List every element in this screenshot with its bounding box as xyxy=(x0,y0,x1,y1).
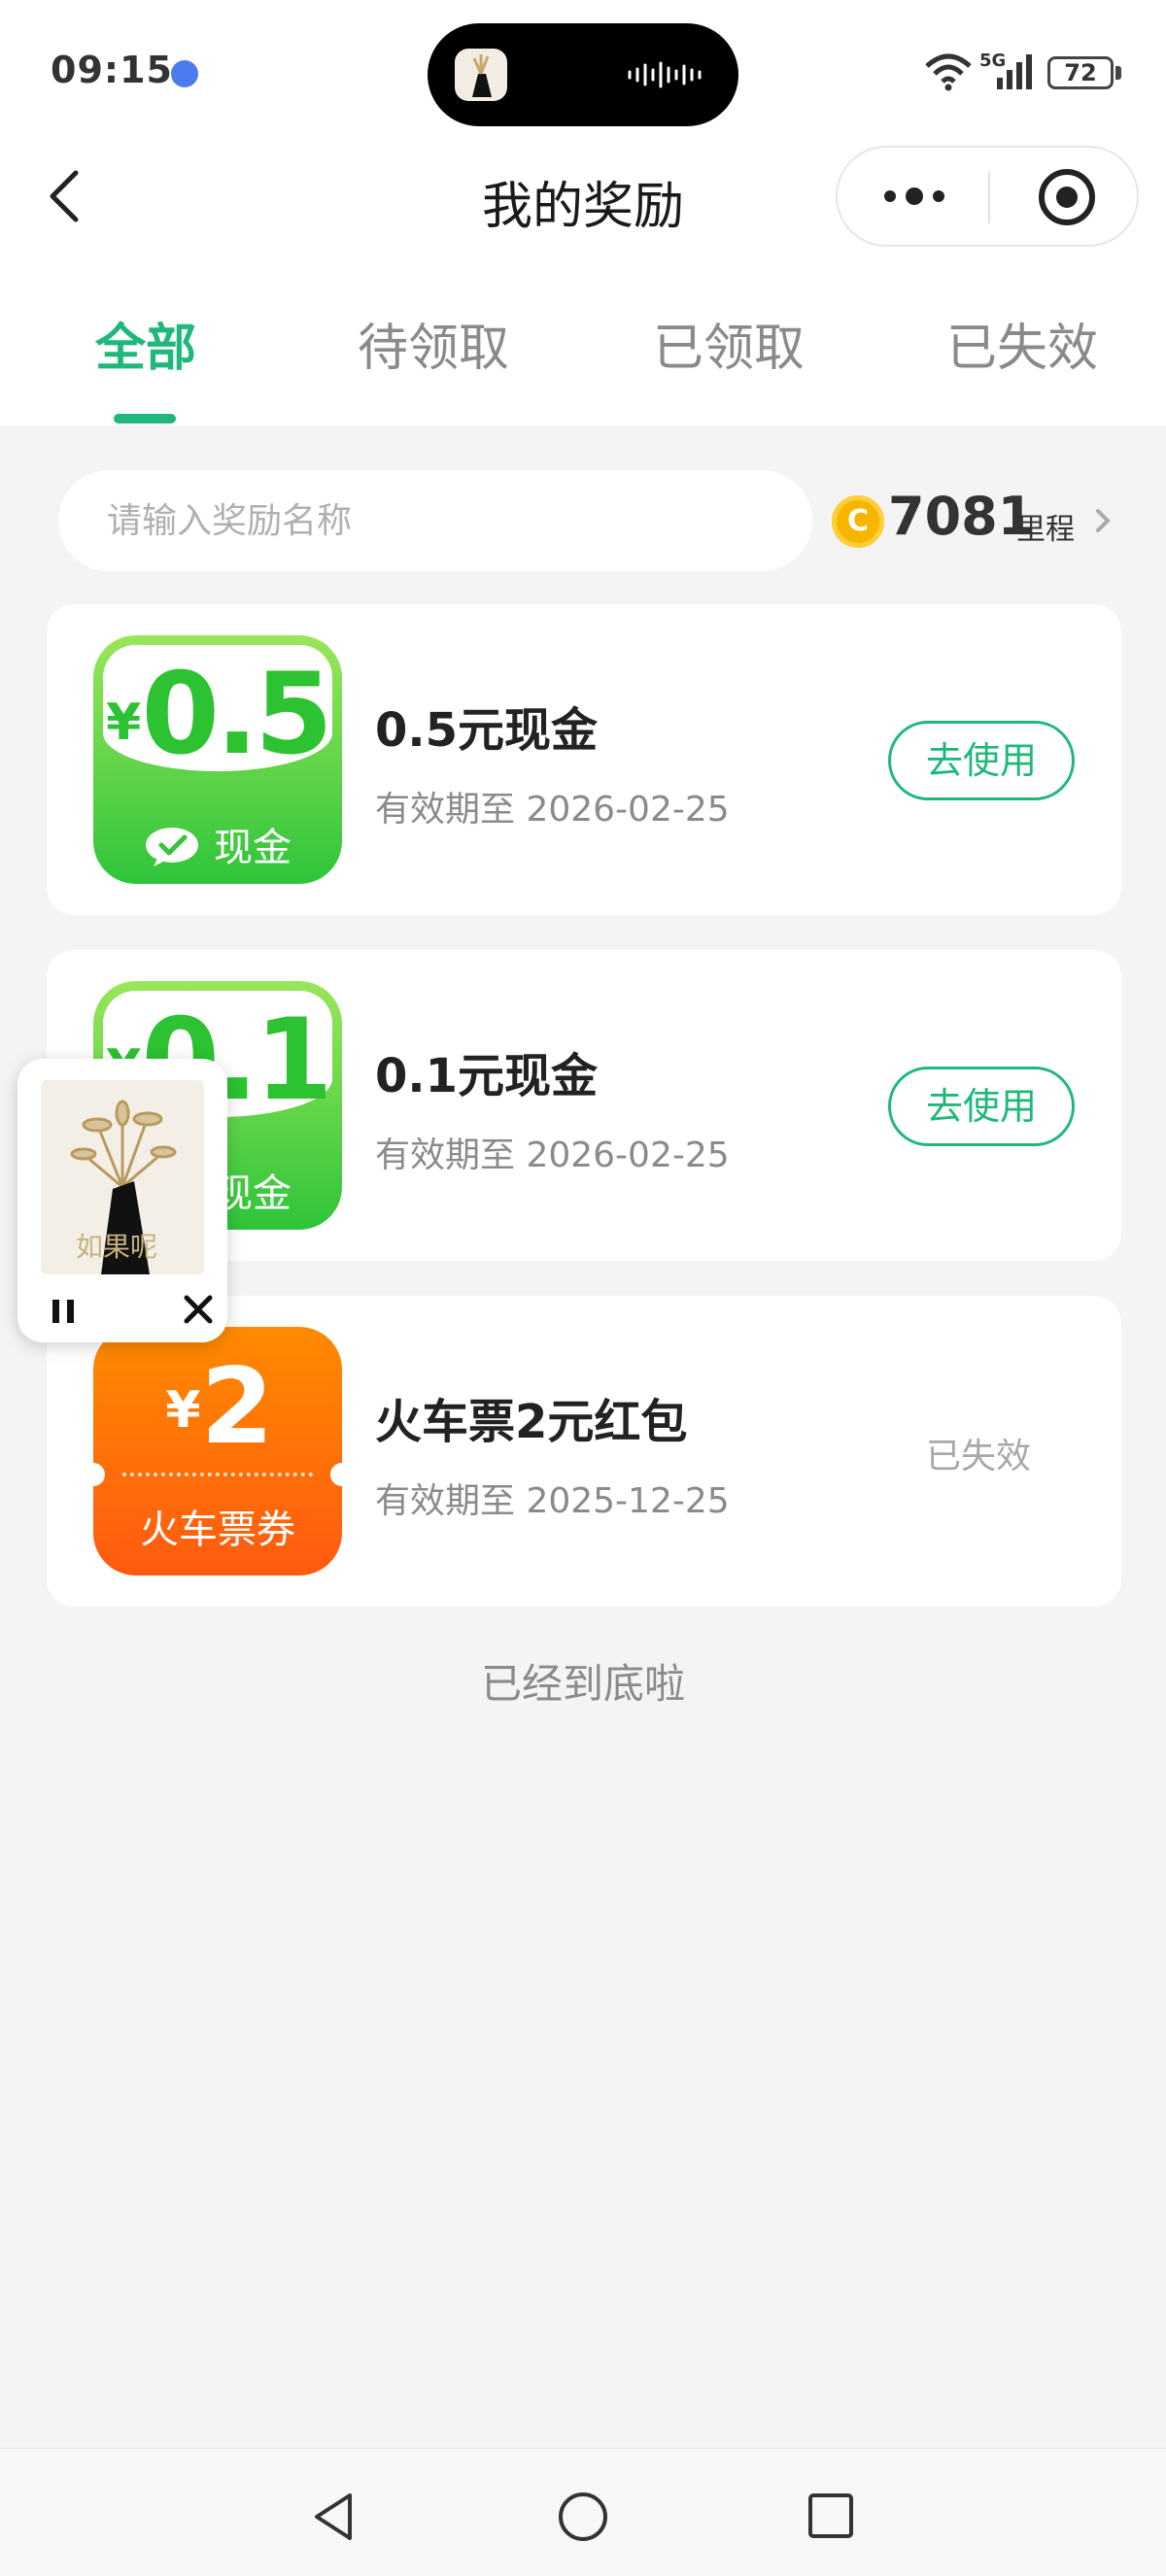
dynamic-island[interactable] xyxy=(428,23,738,126)
wifi-icon xyxy=(925,53,972,91)
amount-value: 2 xyxy=(200,1346,274,1468)
close-miniprogram-icon[interactable] xyxy=(1037,167,1097,227)
battery-icon: 72 xyxy=(1047,56,1114,89)
badge-label-text: 火车票券 xyxy=(140,1508,295,1552)
signal-icon xyxy=(997,54,1032,89)
floating-music-player[interactable]: 如果呢 xyxy=(17,1059,227,1342)
reward-card: ¥2 火车票券 火车票2元红包 有效期至 2025-12-25 已失效 xyxy=(47,1296,1121,1607)
battery-cap xyxy=(1115,66,1121,80)
nav-back-icon[interactable] xyxy=(307,2490,361,2544)
nav-recents-icon[interactable] xyxy=(806,2491,855,2540)
badge-amount: ¥0.5 xyxy=(93,649,342,780)
train-ticket-badge: ¥2 火车票券 xyxy=(93,1327,342,1576)
more-icon[interactable] xyxy=(880,177,948,216)
list-end-text: 已经到底啦 xyxy=(480,1660,685,1708)
mileage-link[interactable]: C 7081 里程 xyxy=(832,486,1143,556)
badge-label-text: 现金 xyxy=(214,826,292,870)
tab-pending[interactable]: 待领取 xyxy=(288,307,579,380)
amount-value: 0.5 xyxy=(141,649,332,780)
miniprogram-capsule xyxy=(836,146,1139,247)
search-box xyxy=(58,470,812,571)
mileage-value: 7081 xyxy=(888,486,1035,547)
tab-all[interactable]: 全部 xyxy=(0,307,292,380)
album-art: 如果呢 xyxy=(41,1080,204,1274)
reward-tabs: 全部 待领取 已领取 已失效 xyxy=(0,307,1166,385)
ticket-notch xyxy=(330,1463,342,1486)
ticket-divider xyxy=(122,1473,313,1476)
music-thumbnail-icon xyxy=(455,49,507,101)
album-art-title: 如果呢 xyxy=(76,1231,158,1263)
reward-expiry: 有效期至 2025-12-25 xyxy=(375,1481,730,1521)
reward-title: 火车票2元红包 xyxy=(375,1395,688,1449)
reward-expiry: 有效期至 2026-02-25 xyxy=(375,790,730,830)
pause-icon[interactable] xyxy=(47,1290,82,1329)
coin-icon: C xyxy=(832,495,884,548)
reward-title: 0.5元现金 xyxy=(375,703,599,758)
currency-symbol: ¥ xyxy=(165,1381,201,1440)
cash-badge: ¥0.5 现金 xyxy=(93,635,342,884)
nav-home-icon[interactable] xyxy=(556,2490,610,2544)
reward-title: 0.1元现金 xyxy=(375,1049,599,1103)
reward-expiry: 有效期至 2026-02-25 xyxy=(375,1135,730,1175)
audio-wave-icon xyxy=(628,61,702,88)
badge-amount: ¥2 xyxy=(93,1346,342,1468)
currency-symbol: ¥ xyxy=(106,694,142,752)
close-icon[interactable] xyxy=(181,1290,216,1329)
system-navigation-bar xyxy=(0,2448,1166,2576)
tab-indicator xyxy=(114,414,176,424)
use-button[interactable]: 去使用 xyxy=(888,721,1075,800)
expired-status: 已失效 xyxy=(926,1437,1032,1476)
chevron-right-icon xyxy=(1096,509,1111,532)
search-input[interactable] xyxy=(107,470,787,571)
mileage-unit: 里程 xyxy=(1016,513,1075,547)
use-button[interactable]: 去使用 xyxy=(888,1067,1075,1146)
reward-card: ¥0.5 现金 0.5元现金 有效期至 2026-02-25 去使用 xyxy=(47,604,1121,915)
status-bar: 09:15 5G 72 xyxy=(0,0,1166,146)
tab-expired[interactable]: 已失效 xyxy=(876,307,1166,380)
tab-claimed[interactable]: 已领取 xyxy=(583,307,874,380)
capsule-divider xyxy=(988,171,990,223)
wechat-pay-icon xyxy=(146,828,198,866)
app-status-icon xyxy=(171,60,198,87)
status-time: 09:15 xyxy=(51,49,173,91)
battery-level: 72 xyxy=(1064,59,1097,86)
badge-label: 现金 xyxy=(93,816,342,872)
